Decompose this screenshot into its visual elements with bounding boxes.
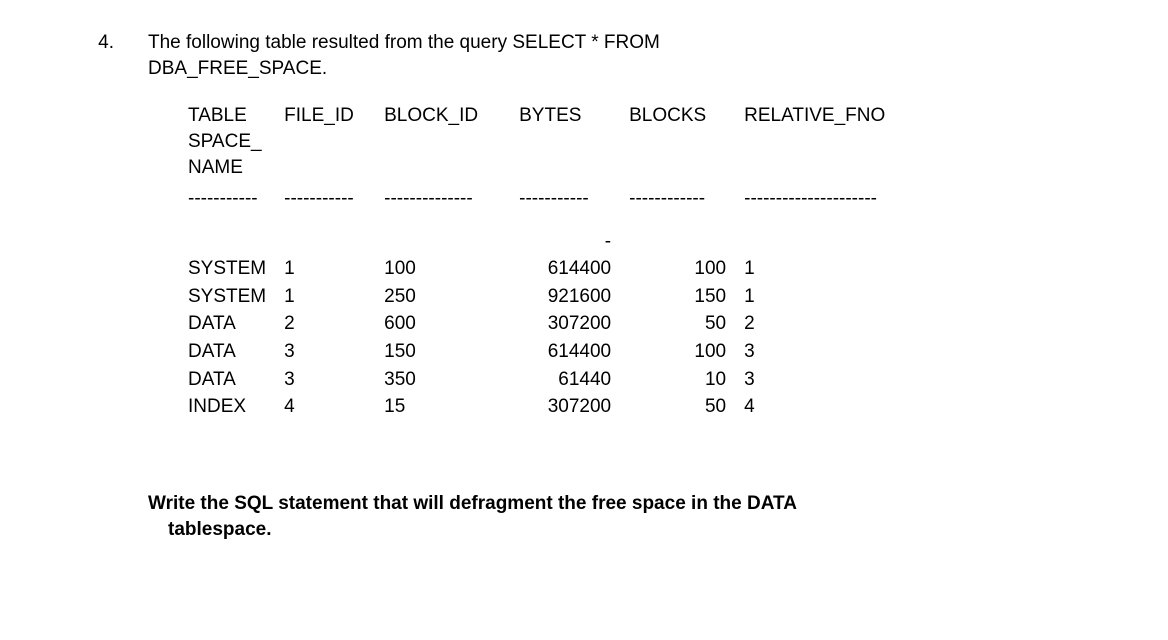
table-header-row: TABLE SPACE_ NAME FILE_ID BLOCK_ID BYTES…: [188, 103, 934, 184]
cell-tablespace: DATA: [188, 310, 284, 338]
cell-tablespace: INDEX: [188, 393, 284, 421]
pre-hyphen-row: -: [188, 229, 934, 255]
answer-prompt: Write the SQL statement that will defrag…: [148, 491, 1088, 542]
cell-relative-fno: 3: [744, 366, 934, 394]
cell-relative-fno: 2: [744, 310, 934, 338]
table-row: SYSTEM 1 250 921600 150 1: [188, 283, 934, 311]
cell-tablespace: SYSTEM: [188, 255, 284, 283]
cell-block-id: 100: [384, 255, 519, 283]
cell-bytes: 921600: [519, 283, 629, 311]
cell-relative-fno: 4: [744, 393, 934, 421]
intro-text: The following table resulted from the qu…: [148, 30, 1088, 81]
cell-file-id: 1: [284, 255, 384, 283]
cell-blocks: 100: [629, 338, 744, 366]
cell-relative-fno: 3: [744, 338, 934, 366]
table-row: SYSTEM 1 100 614400 100 1: [188, 255, 934, 283]
dash-6: ---------------------: [744, 184, 934, 229]
table-wrapper: TABLE SPACE_ NAME FILE_ID BLOCK_ID BYTES…: [148, 103, 1088, 421]
cell-blocks: 50: [629, 393, 744, 421]
cell-bytes: 307200: [519, 310, 629, 338]
header-file-id: FILE_ID: [284, 103, 384, 184]
dash-5: ------------: [629, 184, 744, 229]
cell-file-id: 1: [284, 283, 384, 311]
cell-bytes: 614400: [519, 255, 629, 283]
cell-tablespace: SYSTEM: [188, 283, 284, 311]
table-body: SYSTEM 1 100 614400 100 1 SYSTEM 1 250 9…: [188, 255, 934, 421]
prompt-line-2: tablespace.: [148, 519, 272, 540]
cell-blocks: 10: [629, 366, 744, 394]
cell-relative-fno: 1: [744, 255, 934, 283]
cell-block-id: 150: [384, 338, 519, 366]
cell-bytes: 307200: [519, 393, 629, 421]
dash-row: ----------- ----------- -------------- -…: [188, 184, 934, 229]
prompt-line-1: Write the SQL statement that will defrag…: [148, 493, 797, 514]
cell-file-id: 3: [284, 366, 384, 394]
cell-blocks: 150: [629, 283, 744, 311]
header-tablespace: TABLE SPACE_ NAME: [188, 103, 284, 184]
pre-hyphen-cell: -: [519, 229, 629, 255]
cell-blocks: 50: [629, 310, 744, 338]
cell-block-id: 600: [384, 310, 519, 338]
question-container: 4. The following table resulted from the…: [90, 30, 1088, 542]
dash-4: -----------: [519, 184, 629, 229]
cell-relative-fno: 1: [744, 283, 934, 311]
cell-blocks: 100: [629, 255, 744, 283]
dash-3: --------------: [384, 184, 519, 229]
cell-bytes: 61440: [519, 366, 629, 394]
free-space-table: TABLE SPACE_ NAME FILE_ID BLOCK_ID BYTES…: [188, 103, 934, 421]
table-row: DATA 3 150 614400 100 3: [188, 338, 934, 366]
question-body: The following table resulted from the qu…: [148, 30, 1088, 542]
table-row: DATA 3 350 61440 10 3: [188, 366, 934, 394]
intro-line-2: DBA_FREE_SPACE.: [148, 58, 327, 79]
intro-line-1: The following table resulted from the qu…: [148, 32, 660, 53]
cell-bytes: 614400: [519, 338, 629, 366]
header-blocks: BLOCKS: [629, 103, 744, 184]
cell-block-id: 15: [384, 393, 519, 421]
cell-block-id: 350: [384, 366, 519, 394]
cell-file-id: 2: [284, 310, 384, 338]
header-block-id: BLOCK_ID: [384, 103, 519, 184]
cell-tablespace: DATA: [188, 338, 284, 366]
cell-file-id: 3: [284, 338, 384, 366]
cell-file-id: 4: [284, 393, 384, 421]
cell-block-id: 250: [384, 283, 519, 311]
dash-1: -----------: [188, 184, 284, 229]
table-row: INDEX 4 15 307200 50 4: [188, 393, 934, 421]
table-row: DATA 2 600 307200 50 2: [188, 310, 934, 338]
dash-2: -----------: [284, 184, 384, 229]
header-bytes: BYTES: [519, 103, 629, 184]
header-relative-fno: RELATIVE_FNO: [744, 103, 934, 184]
cell-tablespace: DATA: [188, 366, 284, 394]
question-number: 4.: [90, 30, 114, 56]
